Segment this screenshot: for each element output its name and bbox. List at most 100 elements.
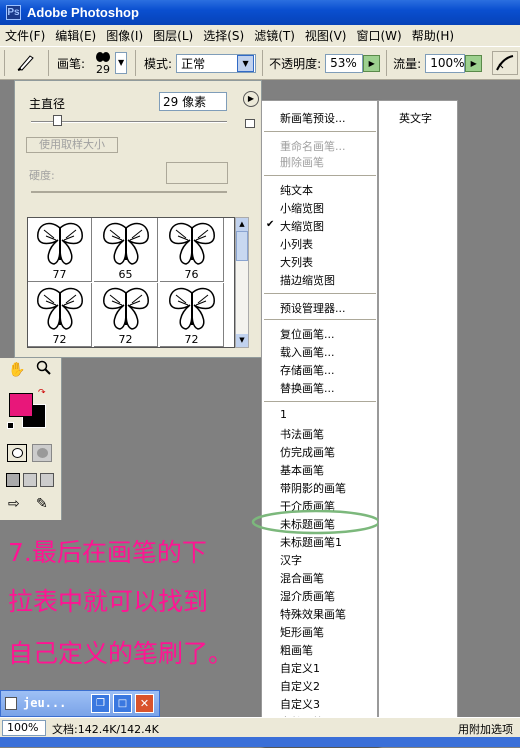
brush-menu-item[interactable]: 仿完成画笔 [280,444,335,460]
hardness-slider[interactable] [31,191,227,193]
brush-tool-icon[interactable] [16,52,38,75]
brush-menu-item[interactable]: 替换画笔... [280,380,335,396]
airbrush-icon[interactable] [492,51,519,75]
menu-item-2[interactable]: 图像(I) [101,27,148,44]
brush-menu-item[interactable]: 基本画笔 [280,462,324,478]
diameter-slider-thumb[interactable] [53,115,62,126]
edit-icon[interactable]: ✎ [36,496,48,512]
brush-picker-dropdown[interactable]: ▼ [115,52,128,74]
brush-size-label: 72 [118,333,133,346]
flow-slider-button[interactable]: ▶ [465,54,483,72]
menu-bar: 文件(F) 编辑(E) 图像(I) 图层(L) 选择(S) 滤镜(T) 视图(V) 窗口(W)… [0,25,520,46]
brush-menu-item[interactable]: 自定义2 [280,678,320,694]
brush-menu-item[interactable]: 混合画笔 [280,570,324,586]
default-colors-icon[interactable] [7,422,14,429]
minimized-document-window[interactable]: jeu... ❐ □ ✕ [0,690,160,717]
taskbar [0,737,520,747]
menu-item-1[interactable]: 编辑(E) [50,27,101,44]
annotation-line-3: 自己定义的笔刷了。 [8,639,234,668]
hardness-field[interactable] [166,162,228,184]
brush-menu-item[interactable]: 自定义3 [280,696,320,712]
menu-item-0[interactable]: 文件(F) [0,27,50,44]
butterfly-icon [169,287,215,330]
menu-item-6[interactable]: 视图(V) [300,27,352,44]
panel-menu-button[interactable]: ▶ [243,91,259,107]
window-title: Adobe Photoshop [27,5,139,20]
resize-icon[interactable] [245,119,255,128]
diameter-label: 主直径 [29,97,66,111]
jump-to-imageready-icon[interactable]: ⇨ [8,496,20,512]
hand-tool-icon[interactable]: ✋ [8,362,25,378]
brush-menu-item[interactable]: 湿介质画笔 [280,588,335,604]
brush-preset[interactable]: 72 [28,283,92,347]
brush-menu-item[interactable]: 小缩览图 [280,200,324,216]
opacity-slider-button[interactable]: ▶ [363,54,381,72]
opacity-field[interactable]: 53% [325,53,364,73]
scroll-down-button[interactable]: ▼ [236,334,248,347]
brush-preset-panel: 主直径 29 像素 ▶ 使用取样大小 硬度: 77 65 76 72 72 72 ▲ ▼ [14,80,262,358]
brush-menu-item[interactable]: 粗画笔 [280,642,313,658]
options-bar: 画笔: 29 ▼ 模式: 正常 ▼ 不透明度: 53% ▶ 流量: 100% ▶ [0,46,520,80]
brush-menu-item[interactable]: 1 [280,408,287,421]
opacity-label: 不透明度: [269,56,322,71]
zoom-tool-icon[interactable] [36,360,52,379]
brush-menu-item[interactable]: 带阴影的画笔 [280,480,346,496]
brush-menu-item[interactable]: 特殊效果画笔 [280,606,346,622]
screen-mode-1-button[interactable] [6,473,20,487]
brush-menu-item[interactable]: 存储画笔... [280,362,335,378]
brush-preset[interactable]: 72 [160,283,224,347]
brush-preset[interactable]: 77 [28,218,92,282]
brush-menu-item[interactable]: 纯文本 [280,182,313,198]
restore-button[interactable]: ❐ [91,694,110,713]
brush-menu-item[interactable]: 小列表 [280,236,313,252]
brush-preset[interactable]: 72 [94,283,158,347]
flow-field[interactable]: 100% [425,53,466,73]
brush-menu-item[interactable]: 自定义1 [280,660,320,676]
brush-submenu: 英文字 [378,100,458,747]
brush-menu-item[interactable]: 复位画笔... [280,326,335,342]
document-size: 文档:142.4K/142.4K [52,723,159,736]
brush-menu-item[interactable]: 大缩览图 [280,218,324,234]
mode-select[interactable]: 正常 ▼ [176,53,257,73]
title-bar: Ps Adobe Photoshop [0,0,520,25]
brush-preset[interactable]: 65 [94,218,158,282]
brush-size-label: 76 [184,268,199,281]
brush-preset-picker[interactable]: 29 [91,51,115,76]
brush-grid: 77 65 76 72 72 72 [27,217,235,348]
submenu-item[interactable]: 英文字 [399,110,432,126]
diameter-field[interactable]: 29 像素 [159,92,227,111]
grip-handle[interactable] [4,50,12,76]
butterfly-icon [37,222,83,265]
use-sample-size-button[interactable]: 使用取样大小 [26,137,118,153]
menu-item-4[interactable]: 选择(S) [198,27,249,44]
brush-menu-item[interactable]: 书法画笔 [280,426,324,442]
butterfly-icon [169,222,215,265]
brush-size-label: 72 [52,333,67,346]
brush-menu-item[interactable]: 预设管理器... [280,300,346,316]
menu-item-3[interactable]: 图层(L) [148,27,198,44]
maximize-button[interactable]: □ [113,694,132,713]
foreground-color-swatch[interactable] [9,393,33,417]
screen-mode-3-button[interactable] [40,473,54,487]
brush-menu-item[interactable]: 汉字 [280,552,302,568]
menu-item-8[interactable]: 帮助(H) [407,27,459,44]
standard-mode-button[interactable] [7,444,27,462]
brush-menu-item[interactable]: 新画笔预设... [280,110,346,126]
quickmask-mode-button[interactable] [32,444,52,462]
brush-menu-item[interactable]: 载入画笔... [280,344,335,360]
brush-menu-item[interactable]: 描边缩览图 [280,272,335,288]
menu-item-7[interactable]: 窗口(W) [351,27,406,44]
status-bar: 100% 文档:142.4K/142.4K 用附加选项 [0,717,520,737]
brush-grid-scrollbar[interactable]: ▲ ▼ [235,217,249,348]
brush-menu-item[interactable]: 矩形画笔 [280,624,324,640]
close-button[interactable]: ✕ [135,694,154,713]
scroll-up-button[interactable]: ▲ [236,218,248,231]
brush-menu-item[interactable]: 大列表 [280,254,313,270]
swap-colors-icon[interactable]: ↷ [38,388,46,398]
screen-mode-2-button[interactable] [23,473,37,487]
highlight-ellipse [251,509,381,535]
zoom-field[interactable]: 100% [2,720,46,736]
brush-preset[interactable]: 76 [160,218,224,282]
scroll-thumb[interactable] [236,231,248,261]
menu-item-5[interactable]: 滤镜(T) [249,27,300,44]
